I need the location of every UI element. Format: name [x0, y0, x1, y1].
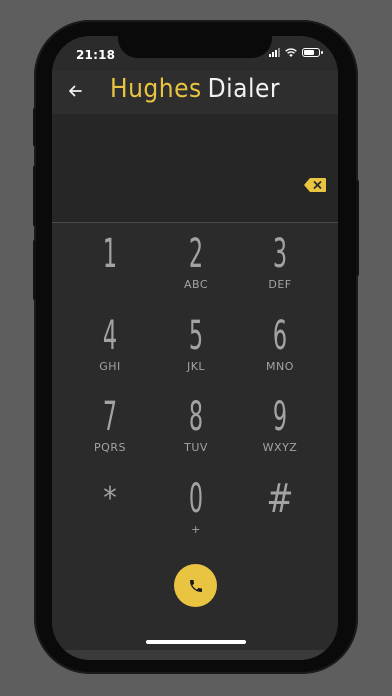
backspace-icon[interactable]	[304, 178, 326, 192]
screen-bottom-bar	[52, 650, 338, 660]
key-digit: 2	[188, 231, 204, 277]
app-title: Hughes Dialer	[52, 74, 338, 104]
key-3[interactable]: 3 DEF	[238, 232, 322, 310]
battery-icon	[302, 48, 323, 57]
key-1[interactable]: 1	[68, 232, 152, 310]
key-letters: ABC	[183, 278, 209, 291]
key-0[interactable]: 0 +	[154, 477, 238, 555]
status-time: 21:18	[76, 48, 116, 62]
key-letters: PQRS	[94, 441, 126, 454]
volume-up-button	[33, 166, 36, 226]
app-title-hughes: Hughes	[109, 74, 202, 104]
key-hash[interactable]: #	[238, 477, 322, 555]
key-digit: 1	[102, 231, 118, 277]
key-2[interactable]: 2 ABC	[154, 232, 238, 310]
key-5[interactable]: 5 JKL	[154, 314, 238, 392]
key-letters: TUV	[184, 441, 208, 454]
key-letters: DEF	[268, 278, 292, 291]
mute-switch	[33, 108, 36, 146]
volume-down-button	[33, 240, 36, 300]
key-star[interactable]: *	[68, 477, 152, 555]
key-digit: #	[266, 476, 294, 522]
app-title-dialer: Dialer	[207, 74, 281, 104]
key-letters: WXYZ	[262, 441, 298, 454]
key-digit: 8	[188, 394, 204, 440]
key-8[interactable]: 8 TUV	[154, 395, 238, 473]
signal-icon	[269, 48, 280, 57]
key-digit: *	[103, 481, 117, 516]
key-9[interactable]: 9 WXYZ	[238, 395, 322, 473]
key-7[interactable]: 7 PQRS	[68, 395, 152, 473]
key-letters: +	[191, 523, 201, 536]
key-digit: 5	[188, 313, 204, 359]
status-icons	[269, 48, 323, 57]
key-digit: 4	[102, 313, 118, 359]
number-display	[52, 114, 338, 222]
wifi-icon	[285, 48, 297, 57]
phone-screen: 21:18 Hughes Dialer 1 2 ABC 3 DEF 4 GHI 5	[52, 36, 338, 660]
home-indicator[interactable]	[146, 640, 246, 644]
phone-icon	[189, 579, 202, 592]
display-divider	[52, 222, 338, 223]
key-digit: 3	[272, 231, 288, 277]
power-button	[356, 180, 359, 276]
key-letters: GHI	[99, 360, 121, 373]
key-digit: 0	[188, 476, 204, 522]
key-letters: JKL	[186, 360, 206, 373]
notch	[118, 36, 272, 58]
key-letters: MNO	[266, 360, 294, 373]
key-4[interactable]: 4 GHI	[68, 314, 152, 392]
key-digit: 9	[272, 394, 288, 440]
call-button[interactable]	[174, 564, 217, 607]
key-digit: 6	[272, 313, 288, 359]
key-digit: 7	[102, 394, 118, 440]
key-6[interactable]: 6 MNO	[238, 314, 322, 392]
app-header: Hughes Dialer	[52, 70, 338, 114]
